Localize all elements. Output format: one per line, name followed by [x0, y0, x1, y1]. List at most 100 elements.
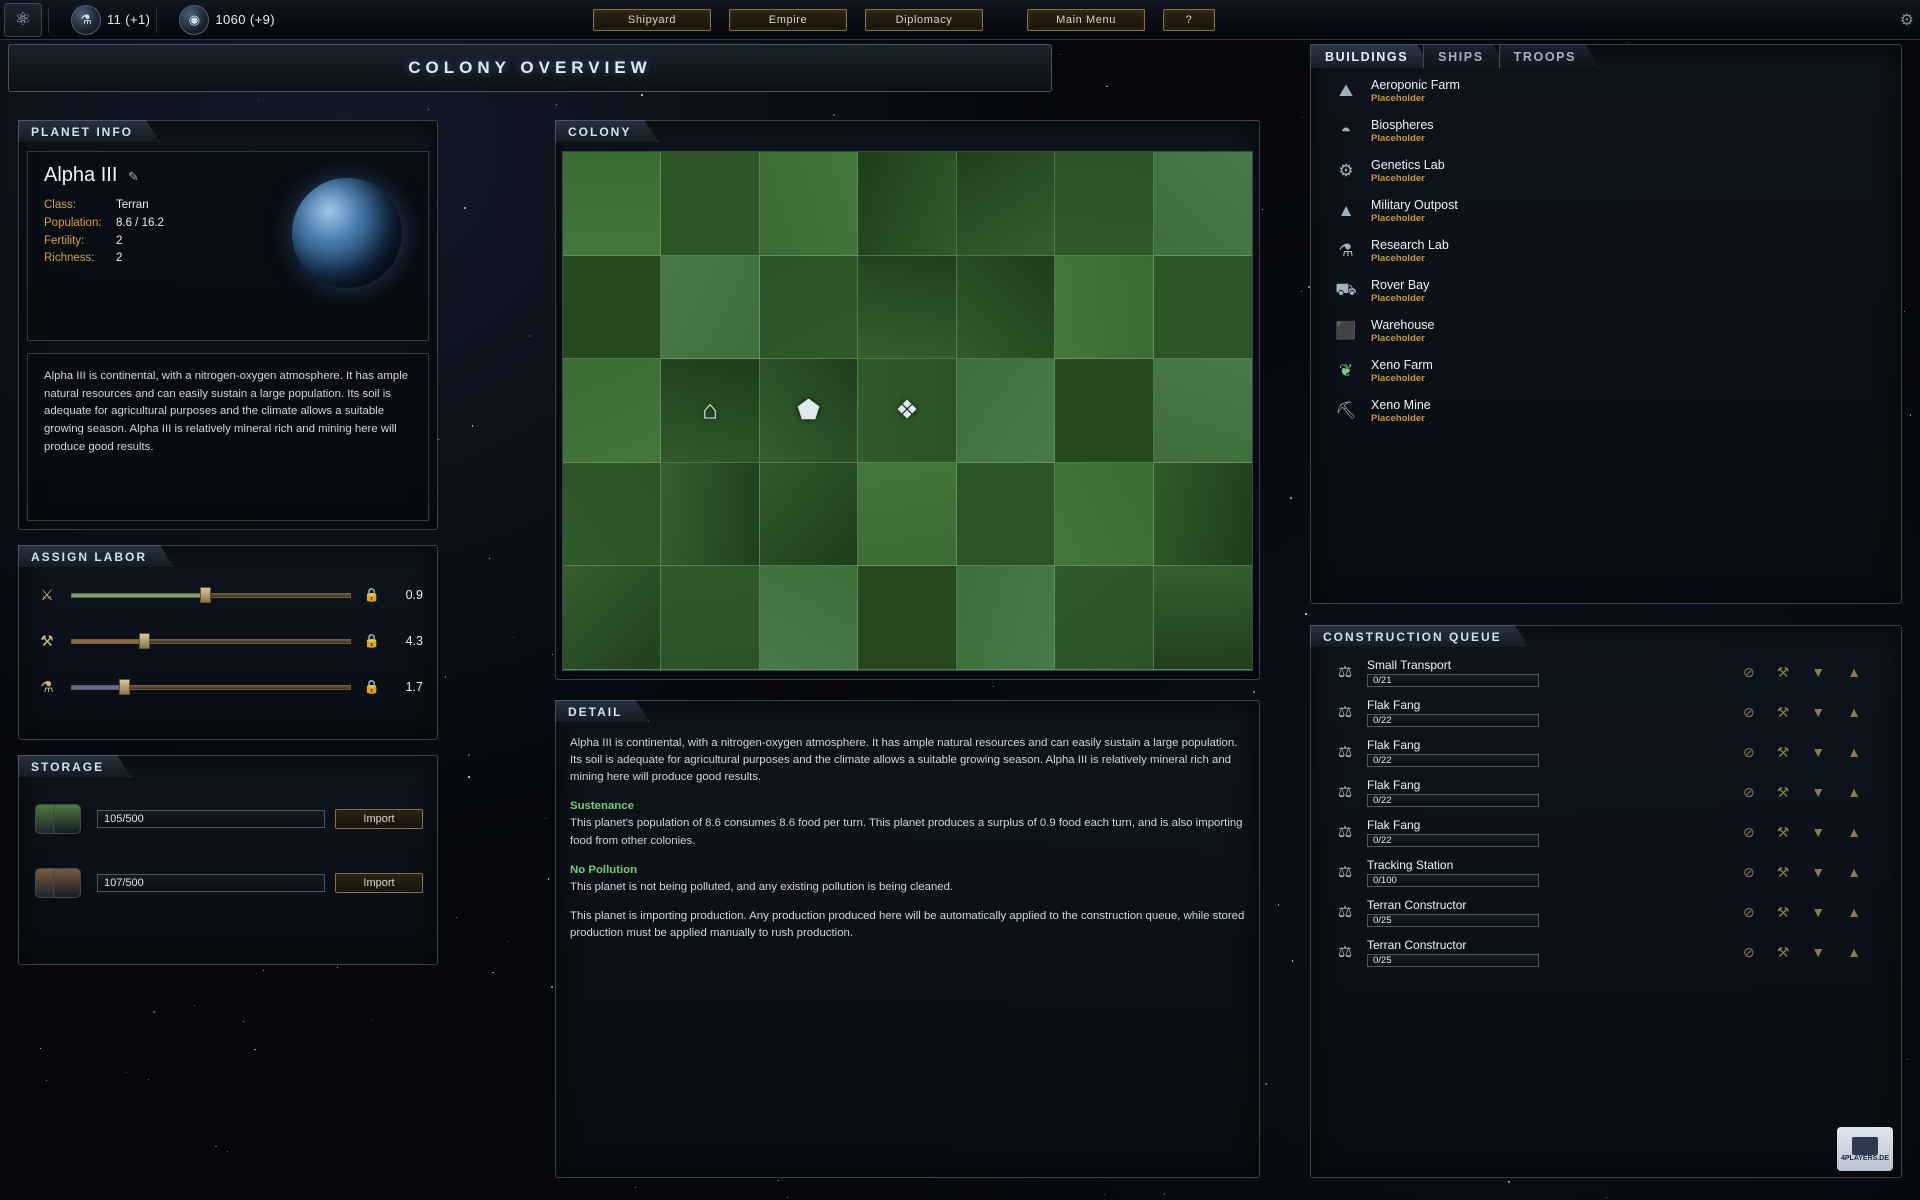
- colony-tile-11[interactable]: [957, 256, 1055, 360]
- colony-tile-5[interactable]: [1055, 152, 1153, 256]
- queue-row-7[interactable]: ⚖ Terran Constructor 0/25 ⊘ ⚒ ▼ ▲: [1317, 932, 1895, 972]
- move-down-icon[interactable]: ▼: [1811, 784, 1825, 801]
- lock-icon[interactable]: 🔒: [361, 679, 383, 695]
- move-up-icon[interactable]: ▲: [1847, 664, 1861, 681]
- queue-row-1[interactable]: ⚖ Flak Fang 0/22 ⊘ ⚒ ▼ ▲: [1317, 692, 1895, 732]
- move-up-icon[interactable]: ▲: [1847, 704, 1861, 721]
- colony-tile-9[interactable]: [760, 256, 858, 360]
- cancel-icon[interactable]: ⊘: [1743, 904, 1755, 921]
- colony-tile-30[interactable]: [760, 566, 858, 670]
- move-up-icon[interactable]: ▲: [1847, 904, 1861, 921]
- rush-icon[interactable]: ⚒: [1777, 664, 1790, 681]
- queue-row-2[interactable]: ⚖ Flak Fang 0/22 ⊘ ⚒ ▼ ▲: [1317, 732, 1895, 772]
- move-up-icon[interactable]: ▲: [1847, 744, 1861, 761]
- cancel-icon[interactable]: ⊘: [1743, 944, 1755, 961]
- tab-troops[interactable]: TROOPS: [1499, 44, 1599, 68]
- move-up-icon[interactable]: ▲: [1847, 944, 1861, 961]
- nav-shipyard[interactable]: Shipyard: [593, 9, 711, 31]
- queue-row-3[interactable]: ⚖ Flak Fang 0/22 ⊘ ⚒ ▼ ▲: [1317, 772, 1895, 812]
- move-up-icon[interactable]: ▲: [1847, 864, 1861, 881]
- building-row-8[interactable]: ⛏ Xeno Mine Placeholder: [1317, 391, 1895, 431]
- rush-icon[interactable]: ⚒: [1777, 784, 1790, 801]
- rush-icon[interactable]: ⚒: [1777, 864, 1790, 881]
- building-row-2[interactable]: ⚙ Genetics Lab Placeholder: [1317, 151, 1895, 191]
- rush-icon[interactable]: ⚒: [1777, 904, 1790, 921]
- move-up-icon[interactable]: ▲: [1847, 784, 1861, 801]
- colony-tile-15[interactable]: ⌂: [661, 359, 759, 463]
- tab-ships[interactable]: SHIPS: [1423, 44, 1507, 68]
- cancel-icon[interactable]: ⊘: [1743, 864, 1755, 881]
- colony-tile-17[interactable]: ❖: [858, 359, 956, 463]
- factory-building-icon[interactable]: ⌂: [702, 395, 718, 426]
- import-button-1[interactable]: Import: [335, 873, 423, 893]
- colony-tile-16[interactable]: ⬟: [760, 359, 858, 463]
- colony-tile-29[interactable]: [661, 566, 759, 670]
- queue-row-0[interactable]: ⚖ Small Transport 0/21 ⊘ ⚒ ▼ ▲: [1317, 652, 1895, 692]
- colony-tile-21[interactable]: [563, 463, 661, 567]
- queue-row-4[interactable]: ⚖ Flak Fang 0/22 ⊘ ⚒ ▼ ▲: [1317, 812, 1895, 852]
- move-down-icon[interactable]: ▼: [1811, 704, 1825, 721]
- colony-tile-4[interactable]: [957, 152, 1055, 256]
- lock-icon[interactable]: 🔒: [361, 633, 383, 649]
- nav-main-menu[interactable]: Main Menu: [1027, 9, 1145, 31]
- nav-diplomacy[interactable]: Diplomacy: [865, 9, 983, 31]
- colony-tile-3[interactable]: [858, 152, 956, 256]
- colony-tile-25[interactable]: [957, 463, 1055, 567]
- colony-tile-31[interactable]: [858, 566, 956, 670]
- construction-queue-list[interactable]: ⚖ Small Transport 0/21 ⊘ ⚒ ▼ ▲ ⚖ Flak Fang …: [1317, 652, 1895, 1171]
- rush-icon[interactable]: ⚒: [1777, 944, 1790, 961]
- colony-tile-22[interactable]: [661, 463, 759, 567]
- colony-tile-7[interactable]: [563, 256, 661, 360]
- nav-help[interactable]: ?: [1163, 9, 1215, 31]
- colony-tile-10[interactable]: [858, 256, 956, 360]
- slider-knob[interactable]: [139, 633, 150, 649]
- labor-slider-1[interactable]: [71, 637, 351, 645]
- labor-slider-2[interactable]: [71, 683, 351, 691]
- building-row-4[interactable]: ⚗ Research Lab Placeholder: [1317, 231, 1895, 271]
- move-down-icon[interactable]: ▼: [1811, 904, 1825, 921]
- building-row-5[interactable]: ⛟ Rover Bay Placeholder: [1317, 271, 1895, 311]
- cancel-icon[interactable]: ⊘: [1743, 824, 1755, 841]
- move-down-icon[interactable]: ▼: [1811, 944, 1825, 961]
- labor-slider-0[interactable]: [71, 591, 351, 599]
- move-down-icon[interactable]: ▼: [1811, 664, 1825, 681]
- dome-building-icon[interactable]: ⬟: [797, 395, 820, 426]
- buildings-list[interactable]: ⛰ Aeroponic Farm Placeholder ◓ Biosphere…: [1317, 71, 1895, 597]
- cancel-icon[interactable]: ⊘: [1743, 664, 1755, 681]
- colony-tile-12[interactable]: [1055, 256, 1153, 360]
- pencil-icon[interactable]: ✎: [128, 169, 139, 184]
- colony-tile-27[interactable]: [1154, 463, 1252, 567]
- building-row-3[interactable]: ▲ Military Outpost Placeholder: [1317, 191, 1895, 231]
- colony-tile-26[interactable]: [1055, 463, 1153, 567]
- colony-tile-0[interactable]: [563, 152, 661, 256]
- colony-tile-23[interactable]: [760, 463, 858, 567]
- colony-tile-33[interactable]: [1055, 566, 1153, 670]
- nav-empire[interactable]: Empire: [729, 9, 847, 31]
- colony-tile-18[interactable]: [957, 359, 1055, 463]
- queue-row-6[interactable]: ⚖ Terran Constructor 0/25 ⊘ ⚒ ▼ ▲: [1317, 892, 1895, 932]
- colony-tile-13[interactable]: [1154, 256, 1252, 360]
- building-row-1[interactable]: ◓ Biospheres Placeholder: [1317, 111, 1895, 151]
- import-button-0[interactable]: Import: [335, 809, 423, 829]
- lock-icon[interactable]: 🔒: [361, 587, 383, 603]
- rush-icon[interactable]: ⚒: [1777, 704, 1790, 721]
- crystal-building-icon[interactable]: ❖: [895, 395, 918, 426]
- building-row-0[interactable]: ⛰ Aeroponic Farm Placeholder: [1317, 71, 1895, 111]
- queue-row-5[interactable]: ⚖ Tracking Station 0/100 ⊘ ⚒ ▼ ▲: [1317, 852, 1895, 892]
- fleet-icon[interactable]: ⚛: [4, 3, 42, 37]
- colony-tile-8[interactable]: [661, 256, 759, 360]
- colony-tile-2[interactable]: [760, 152, 858, 256]
- colony-tile-28[interactable]: [563, 566, 661, 670]
- move-down-icon[interactable]: ▼: [1811, 864, 1825, 881]
- cancel-icon[interactable]: ⊘: [1743, 744, 1755, 761]
- colony-tile-20[interactable]: [1154, 359, 1252, 463]
- slider-knob[interactable]: [119, 679, 130, 695]
- colony-tile-1[interactable]: [661, 152, 759, 256]
- cancel-icon[interactable]: ⊘: [1743, 784, 1755, 801]
- move-down-icon[interactable]: ▼: [1811, 744, 1825, 761]
- building-row-6[interactable]: ⬛ Warehouse Placeholder: [1317, 311, 1895, 351]
- colony-tile-6[interactable]: [1154, 152, 1252, 256]
- colony-tile-19[interactable]: [1055, 359, 1153, 463]
- colony-tile-32[interactable]: [957, 566, 1055, 670]
- cancel-icon[interactable]: ⊘: [1743, 704, 1755, 721]
